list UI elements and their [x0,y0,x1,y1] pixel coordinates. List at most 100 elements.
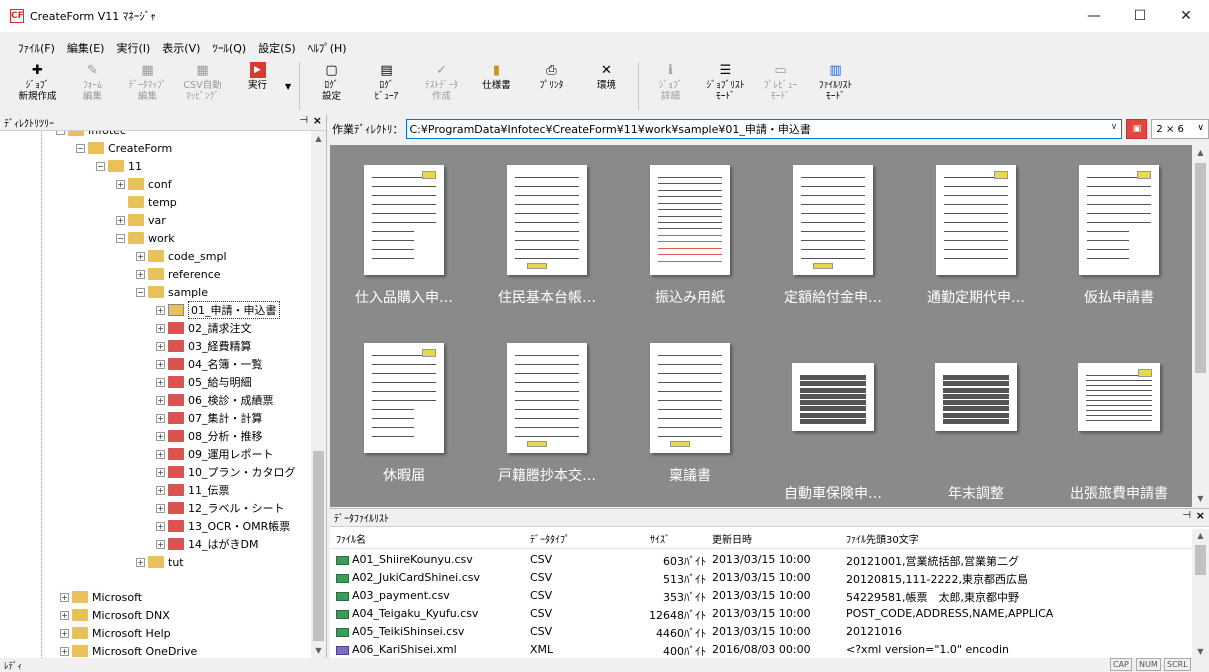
panel-close-icon[interactable]: × [313,114,322,127]
expand-icon[interactable]: + [136,269,145,279]
collapse-icon[interactable]: − [136,287,145,297]
expand-icon[interactable]: + [156,539,165,549]
thumbnail-layout-select[interactable]: 2 × 6 ∨ [1151,119,1209,139]
collapse-icon[interactable]: − [96,161,105,171]
scroll-up-icon[interactable]: ▲ [1192,145,1209,161]
expand-icon[interactable]: + [60,592,69,602]
scroll-up-icon[interactable]: ▲ [311,131,326,146]
minimize-button[interactable]: — [1071,0,1117,32]
expand-icon[interactable]: + [156,413,165,423]
chevron-down-icon[interactable]: ∨ [1111,122,1118,132]
tree-item[interactable]: +08_分析・推移 [156,427,263,445]
form-thumbnail[interactable]: 年末調整 [904,323,1048,503]
csv-mapping-button[interactable]: ▦ CSV自動 ﾏｯﾋﾟﾝｸﾞ [175,58,230,114]
scroll-down-icon[interactable]: ▼ [311,643,326,658]
table-row[interactable]: A03_payment.csv CSV 353ﾊﾞｲﾄ 2013/03/15 10:0… [330,587,1192,605]
tree-item[interactable]: +10_プラン・カタログ [156,463,296,481]
tree-item[interactable]: + code_smpl [136,247,227,265]
environment-button[interactable]: ✕ 環境 [579,58,634,114]
tree-item[interactable]: − CreateForm [76,139,172,157]
scroll-down-icon[interactable]: ▼ [1192,645,1209,659]
close-button[interactable]: ✕ [1163,0,1209,32]
form-thumbnail[interactable]: 自動車保険申… [761,323,905,503]
expand-icon[interactable]: + [156,503,165,513]
form-thumbnail[interactable]: 出張旅費申請書 [1047,323,1191,503]
tree-item[interactable]: + Microsoft [60,588,142,606]
folder-browse-button[interactable]: ▣ [1126,119,1148,139]
menu-item-5[interactable]: 設定(S) [258,40,296,56]
tree-item[interactable]: − sample [136,283,208,301]
expand-icon[interactable]: + [156,485,165,495]
expand-icon[interactable]: + [60,646,69,656]
expand-icon[interactable]: + [136,251,145,261]
testdata-create-button[interactable]: ✓ ﾃｽﾄﾃﾞｰﾀ 作成 [414,58,469,114]
expand-icon[interactable]: + [116,215,125,225]
table-row[interactable]: A02_JukiCardShinei.csv CSV 513ﾊﾞｲﾄ 2013/03/… [330,569,1192,587]
tree-item[interactable]: + var [116,211,166,229]
tree-item[interactable]: +13_OCR・OMR帳票 [156,517,290,535]
collapse-icon[interactable]: − [76,143,85,153]
form-thumbnail[interactable]: 住民基本台帳… [475,145,619,325]
scroll-down-icon[interactable]: ▼ [1192,491,1209,507]
form-thumbnail[interactable]: 休暇届 [332,323,476,503]
filelist-mode-button[interactable]: ▥ ﾌｧｲﾙﾘｽﾄ ﾓｰﾄﾞ [808,58,863,114]
datamap-edit-button[interactable]: ▦ ﾃﾞｰﾀﾏｯﾌﾟ 編集 [120,58,175,114]
new-job-button[interactable]: ✚ ｼﾞｮﾌﾞ 新規作成 [10,58,65,114]
tree-item[interactable]: + Microsoft DNX [60,606,170,624]
column-header-filename[interactable]: ﾌｧｲﾙ名 [336,531,366,546]
collapse-icon[interactable]: − [116,233,125,243]
table-row[interactable]: A04_Teigaku_Kyufu.csv CSV 12648ﾊﾞｲﾄ 2013/03… [330,605,1192,623]
expand-icon[interactable]: + [156,467,165,477]
thumbnail-scrollbar[interactable]: ▲ ▼ [1192,145,1209,507]
tree-item[interactable]: + Microsoft OneDrive [60,642,197,658]
job-detail-button[interactable]: ℹ ｼﾞｮﾌﾞ 詳細 [643,58,698,114]
expand-icon[interactable]: + [60,628,69,638]
table-row[interactable]: A01_ShiireKounyu.csv CSV 603ﾊﾞｲﾄ 2013/03/15… [330,551,1192,569]
menu-item-2[interactable]: 実行(I) [116,40,150,56]
menu-item-3[interactable]: 表示(V) [162,40,200,56]
scroll-thumb[interactable] [1195,163,1206,373]
column-header-size[interactable]: ｻｲｽﾞ [650,531,670,546]
column-header-type[interactable]: ﾃﾞｰﾀﾀｲﾌﾟ [530,531,570,546]
tree-item[interactable]: +07_集計・計算 [156,409,263,427]
joblist-mode-button[interactable]: ☰ ｼﾞｮﾌﾞﾘｽﾄ ﾓｰﾄﾞ [698,58,753,114]
working-directory-input[interactable]: C:¥ProgramData¥Infotec¥CreateForm¥11¥wor… [405,119,1123,139]
menu-item-4[interactable]: ﾂｰﾙ(Q) [212,40,246,56]
expand-icon[interactable]: + [156,395,165,405]
tree-item[interactable]: temp [116,193,177,211]
tree-scrollbar[interactable]: ▲ ▼ [311,131,326,658]
log-viewer-button[interactable]: ▤ ﾛｸﾞ ﾋﾞｭｰｱ [359,58,414,114]
run-button[interactable]: ▶ 実行 [230,58,285,114]
expand-icon[interactable]: + [116,179,125,189]
form-thumbnail[interactable]: 稟議書 [618,323,762,503]
scroll-up-icon[interactable]: ▲ [1192,529,1209,543]
tree-item[interactable]: +12_ラベル・シート [156,499,285,517]
tree-item[interactable]: + Microsoft Help [60,624,171,642]
tree-item[interactable]: +02_請求注文 [156,319,252,337]
expand-icon[interactable]: + [60,610,69,620]
scroll-thumb[interactable] [1195,545,1206,575]
tree-item[interactable]: − Infotec [56,131,126,139]
form-thumbnail[interactable]: 戸籍謄抄本交… [475,323,619,503]
column-header-head[interactable]: ﾌｧｲﾙ先頭30文字 [846,531,919,546]
collapse-icon[interactable]: − [56,131,65,135]
table-row[interactable]: A06_KariShisei.xml XML 400ﾊﾞｲﾄ 2016/08/03 0… [330,641,1192,659]
tree-item[interactable]: − 11 [96,157,142,175]
maximize-button[interactable]: ☐ [1117,0,1163,32]
log-settings-button[interactable]: ▢ ﾛｸﾞ 設定 [304,58,359,114]
tree-item[interactable]: + conf [116,175,172,193]
run-dropdown-icon[interactable]: ▼ [285,58,295,114]
expand-icon[interactable]: + [156,377,165,387]
scroll-thumb[interactable] [313,451,324,641]
column-header-date[interactable]: 更新日時 [712,531,752,546]
tree-item[interactable]: +01_申請・申込書 [156,301,280,319]
menu-item-6[interactable]: ﾍﾙﾌﾟ(H) [308,40,347,56]
tree-item[interactable]: +06_検診・成績票 [156,391,274,409]
panel-close-icon[interactable]: × [1196,509,1205,522]
tree-item[interactable]: +04_名簿・一覧 [156,355,263,373]
tree-item[interactable]: − work [116,229,175,247]
tree-item[interactable]: +05_給与明細 [156,373,252,391]
pin-icon[interactable]: ⊣ [1182,510,1191,521]
pin-icon[interactable]: ⊣ [299,115,308,126]
form-edit-button[interactable]: ✎ ﾌｫｰﾑ 編集 [65,58,120,114]
